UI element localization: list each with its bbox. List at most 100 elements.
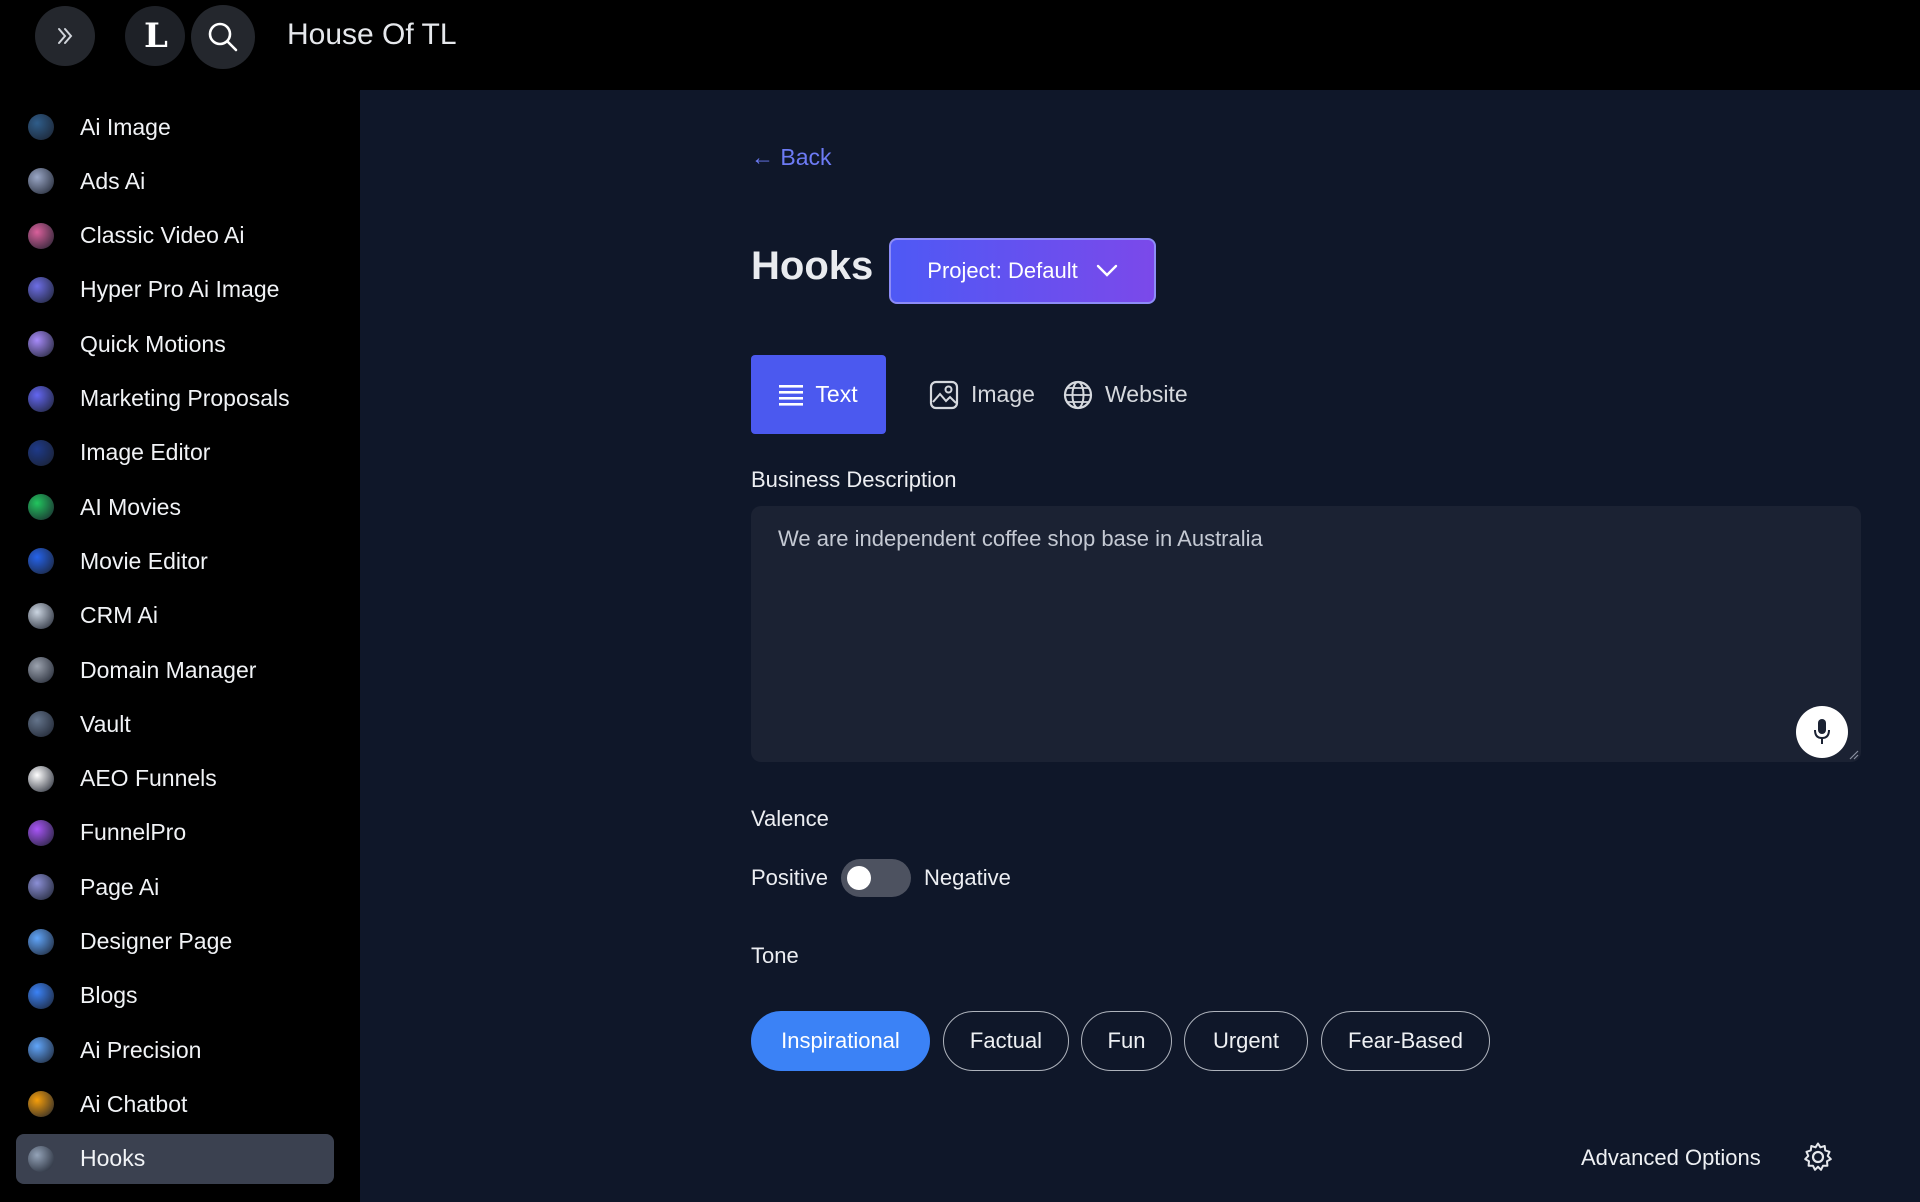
tab-image-label: Image (971, 381, 1035, 407)
sidebar-item-label: Quick Motions (80, 330, 226, 357)
search-button[interactable] (191, 5, 255, 69)
sidebar-item-label: Domain Manager (80, 656, 257, 683)
valence-negative-label: Negative (924, 865, 1011, 890)
sidebar-item-crm-ai[interactable]: CRM Ai (16, 591, 334, 641)
tone-chip-inspirational[interactable]: Inspirational (751, 1011, 930, 1071)
microphone-icon (1814, 719, 1830, 744)
crm-ai-icon (28, 602, 54, 629)
sidebar-item-label: AI Movies (80, 493, 181, 520)
sidebar-item-domain-manager[interactable]: Domain Manager (16, 645, 334, 695)
page-ai-icon (28, 874, 54, 901)
tab-text[interactable]: Text (751, 355, 886, 434)
designer-page-icon (28, 928, 54, 955)
valence-toggle[interactable] (841, 859, 912, 897)
sidebar-item-label: Page Ai (80, 873, 160, 900)
business-description-textarea[interactable]: We are independent coffee shop base in A… (751, 506, 1861, 762)
brand-logo[interactable]: L (125, 6, 185, 66)
business-description-label: Business Description (751, 467, 957, 492)
page-title: Hooks (751, 244, 874, 288)
resize-grip-icon[interactable] (1847, 748, 1859, 760)
sidebar-item-label: Hyper Pro Ai Image (80, 276, 280, 303)
tone-chip-label: Fear-Based (1348, 1028, 1463, 1053)
logo-letter: L (144, 16, 168, 56)
aeo-funnels-icon (28, 765, 54, 792)
ai-movies-icon (28, 494, 54, 521)
sidebar-item-classic-video-ai[interactable]: Classic Video Ai (16, 211, 334, 261)
sidebar-item-label: FunnelPro (80, 819, 187, 846)
sidebar-item-label: Image Editor (80, 439, 211, 466)
project-select-button[interactable]: Project: Default (889, 238, 1156, 304)
marketing-proposals-icon (28, 385, 54, 412)
sidebar-item-hooks[interactable]: Hooks (16, 1133, 334, 1184)
sidebar: Ai Image Ads Ai Classic Video Ai Hyper Pro … (0, 90, 360, 1202)
app-title: House Of TL (287, 18, 457, 51)
ads-ai-icon (28, 168, 54, 195)
ai-image-icon (28, 114, 54, 140)
sidebar-item-designer-page[interactable]: Designer Page (16, 917, 334, 967)
sidebar-item-ai-image[interactable]: Ai Image (16, 102, 334, 152)
sidebar-item-marketing-proposals[interactable]: Marketing Proposals (16, 374, 334, 424)
chevron-down-icon (1096, 264, 1117, 277)
sidebar-item-label: Movie Editor (80, 547, 208, 574)
sidebar-item-ai-movies[interactable]: AI Movies (16, 482, 334, 532)
globe-icon (1063, 380, 1093, 409)
sidebar-item-label: Ai Precision (80, 1036, 202, 1063)
sidebar-item-image-editor[interactable]: Image Editor (16, 428, 334, 478)
sidebar-item-label: Marketing Proposals (80, 385, 290, 411)
sidebar-item-page-ai[interactable]: Page Ai (16, 862, 334, 912)
double-chevron-right-icon (58, 28, 73, 44)
tone-chip-label: Inspirational (781, 1028, 900, 1053)
tab-website[interactable]: Website (1063, 355, 1188, 434)
valence-row: Positive Negative (751, 858, 1011, 898)
tone-chip-fear-based[interactable]: Fear-Based (1321, 1011, 1490, 1071)
sidebar-item-label: Blogs (80, 982, 138, 1009)
sidebar-item-quick-motions[interactable]: Quick Motions (16, 319, 334, 369)
tone-chip-label: Factual (969, 1028, 1043, 1053)
image-editor-icon (28, 439, 54, 466)
sidebar-item-vault[interactable]: Vault (16, 699, 334, 749)
tone-chip-fun[interactable]: Fun (1081, 1011, 1172, 1071)
funnelpro-icon (28, 819, 54, 846)
sidebar-item-label: Designer Page (80, 928, 233, 954)
voice-input-button[interactable] (1796, 706, 1848, 758)
sidebar-item-label: Classic Video Ai (80, 222, 245, 249)
tab-text-label: Text (815, 381, 858, 407)
vault-icon (28, 711, 54, 738)
domain-manager-icon (28, 657, 54, 683)
tab-image[interactable]: Image (929, 355, 1035, 434)
gear-icon[interactable] (1802, 1141, 1834, 1173)
expand-sidebar-button[interactable] (35, 6, 95, 66)
sidebar-item-label: Hooks (80, 1145, 146, 1172)
top-bar: L House Of TL (0, 0, 1920, 90)
sidebar-item-movie-editor[interactable]: Movie Editor (16, 536, 334, 586)
toggle-knob (847, 866, 872, 890)
ai-chatbot-icon (28, 1091, 54, 1118)
sidebar-item-label: CRM Ai (80, 602, 158, 629)
sidebar-item-aeo-funnels[interactable]: AEO Funnels (16, 754, 334, 804)
tone-chip-label: Fun (1107, 1028, 1146, 1053)
back-link[interactable]: ← Back (751, 144, 832, 171)
tone-chip-urgent[interactable]: Urgent (1184, 1011, 1308, 1071)
tab-website-label: Website (1105, 381, 1188, 407)
sidebar-item-funnelpro[interactable]: FunnelPro (16, 808, 334, 858)
sidebar-item-ai-chatbot[interactable]: Ai Chatbot (16, 1079, 334, 1129)
tone-chip-label: Urgent (1212, 1028, 1280, 1053)
sidebar-item-hyper-pro-ai-image[interactable]: Hyper Pro Ai Image (16, 265, 334, 315)
image-icon (929, 380, 959, 409)
sidebar-item-ads-ai[interactable]: Ads Ai (16, 156, 334, 206)
sidebar-item-blogs[interactable]: Blogs (16, 971, 334, 1021)
sidebar-item-label: Ads Ai (80, 167, 146, 194)
advanced-options-link[interactable]: Advanced Options (1581, 1145, 1761, 1171)
valence-label: Valence (751, 806, 829, 831)
business-description-value: We are independent coffee shop base in A… (778, 526, 1263, 551)
sidebar-item-label: Ai Chatbot (80, 1090, 188, 1117)
sidebar-item-ai-precision[interactable]: Ai Precision (16, 1025, 334, 1075)
main-panel: ← Back Hooks Project: Default Text Image (360, 90, 1920, 1202)
search-icon (208, 22, 238, 52)
hyper-pro-icon (28, 276, 54, 303)
project-select-label: Project: Default (927, 258, 1078, 283)
sidebar-item-label: Vault (80, 710, 131, 737)
text-lines-icon (779, 384, 804, 406)
movie-editor-icon (28, 548, 54, 575)
tone-chip-factual[interactable]: Factual (943, 1011, 1069, 1071)
